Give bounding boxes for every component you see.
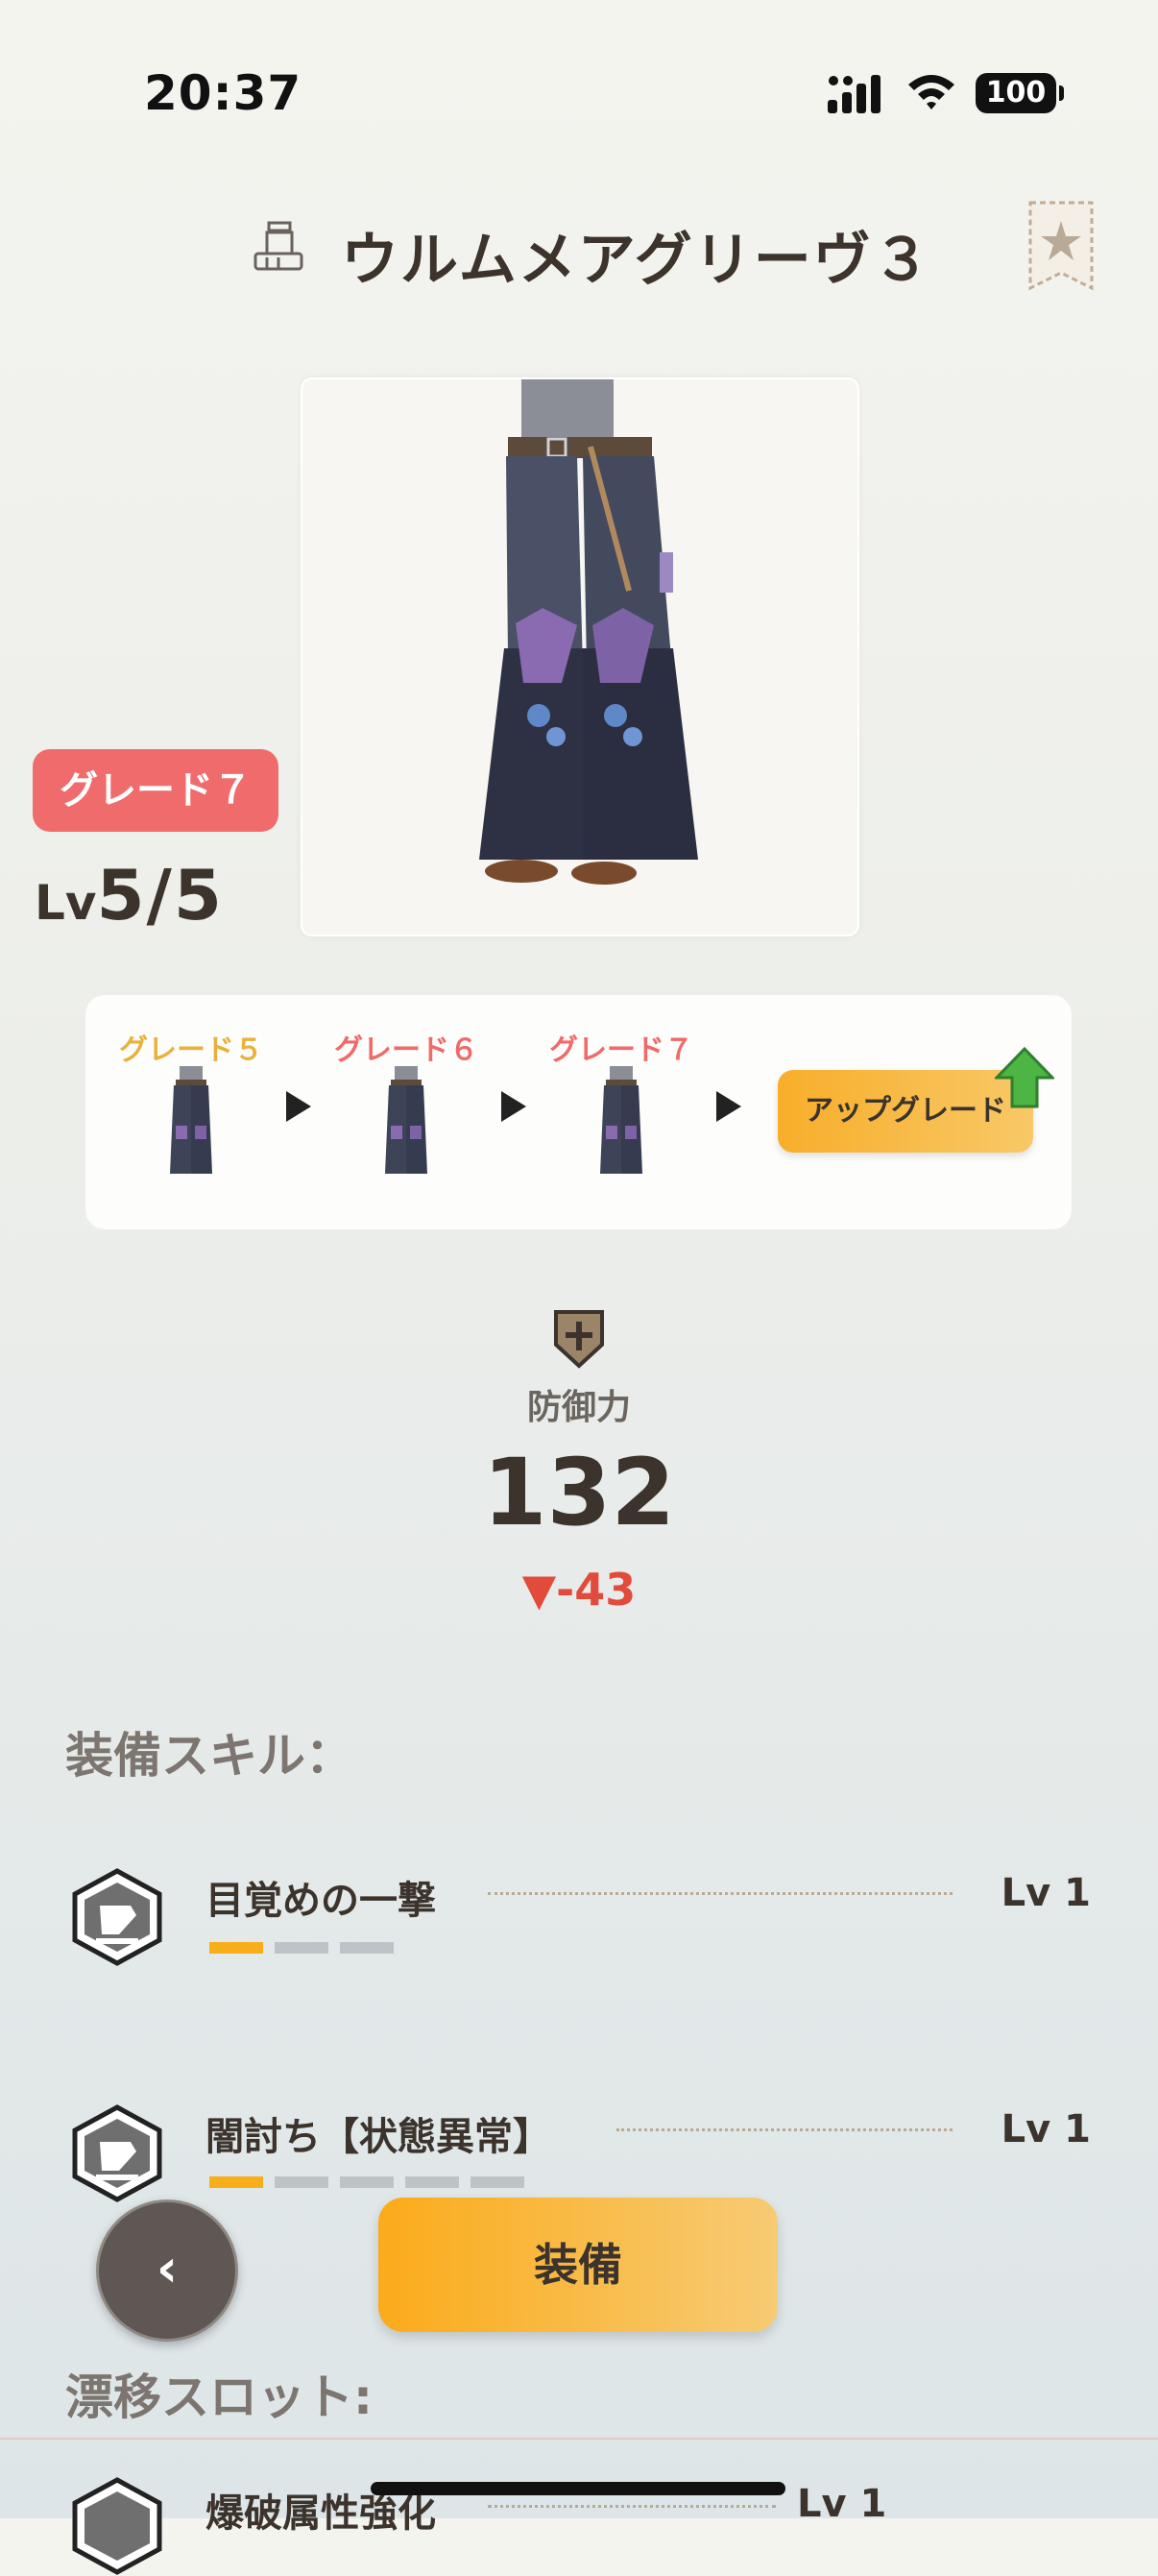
skill-level-pips bbox=[209, 2176, 524, 2188]
upgrade-arrow-icon bbox=[995, 1047, 1054, 1108]
home-indicator bbox=[371, 2482, 785, 2495]
equipment-title: ウルムメアグリーヴ３ bbox=[341, 227, 932, 294]
skill-level-pip bbox=[405, 2176, 459, 2188]
skill-name: 目覚めの一撃 bbox=[205, 1879, 436, 1923]
equipment-preview bbox=[301, 377, 859, 936]
skill-divider-dots bbox=[488, 2505, 776, 2508]
grade-step-label: グレード５ bbox=[119, 1033, 263, 1067]
skill-icon bbox=[72, 2104, 162, 2202]
cellular-signal-icon bbox=[828, 75, 881, 113]
skill-name: 闇討ち【状態異常】 bbox=[205, 2115, 551, 2159]
defense-label: 防御力 bbox=[526, 1388, 631, 1427]
skill-divider-dots bbox=[488, 1892, 953, 1895]
skill-divider-dots bbox=[616, 2128, 953, 2131]
equip-button[interactable]: 装備 bbox=[378, 2198, 778, 2332]
favorite-bookmark-icon[interactable] bbox=[1027, 200, 1095, 292]
skill-level-pip bbox=[209, 1942, 263, 1954]
grade-step-thumbnail[interactable] bbox=[164, 1066, 218, 1181]
skill-icon bbox=[72, 1868, 162, 1966]
grade-arrow-icon bbox=[716, 1091, 741, 1122]
defense-shield-icon bbox=[554, 1310, 604, 1369]
drift-slot-section-title: 漂移スロット: bbox=[65, 2369, 373, 2425]
skill-level-pip bbox=[340, 1942, 394, 1954]
grade-arrow-icon bbox=[286, 1091, 311, 1122]
wifi-icon bbox=[908, 75, 954, 109]
skill-level-pip bbox=[209, 2176, 263, 2188]
equipment-level: Lv5/5 bbox=[35, 855, 224, 936]
skill-level-pip bbox=[275, 1942, 328, 1954]
grade-arrow-icon bbox=[501, 1091, 526, 1122]
defense-difference: ▼-43 bbox=[521, 1564, 637, 1616]
grade-step-thumbnail[interactable] bbox=[379, 1066, 433, 1181]
drift-skill-level: Lv 1 bbox=[797, 2482, 887, 2526]
grade-step-thumbnail[interactable] bbox=[594, 1066, 648, 1181]
section-divider bbox=[0, 2438, 1158, 2440]
back-button[interactable]: ‹ bbox=[96, 2199, 238, 2342]
skill-level-pip bbox=[470, 2176, 524, 2188]
grade-step-label: グレード７ bbox=[549, 1033, 693, 1067]
battery-indicator: 100 bbox=[976, 73, 1064, 113]
leg-armor-preview-image bbox=[479, 379, 698, 885]
skill-level: Lv 1 bbox=[1001, 2107, 1091, 2151]
level-value: 5/5 bbox=[96, 855, 224, 936]
grade-badge: グレード７ bbox=[33, 749, 278, 832]
status-time: 20:37 bbox=[144, 65, 302, 121]
level-prefix: Lv bbox=[35, 875, 97, 931]
grade-step-label: グレード６ bbox=[334, 1033, 478, 1067]
skills-section-title: 装備スキル： bbox=[65, 1728, 353, 1784]
leg-armor-icon bbox=[253, 221, 303, 271]
skill-level-pip bbox=[275, 2176, 328, 2188]
skill-level-pips bbox=[209, 1942, 394, 1954]
defense-value: 132 bbox=[482, 1439, 676, 1546]
skill-level: Lv 1 bbox=[1001, 1871, 1091, 1915]
drift-skill-icon bbox=[72, 2477, 162, 2575]
skill-level-pip bbox=[340, 2176, 394, 2188]
